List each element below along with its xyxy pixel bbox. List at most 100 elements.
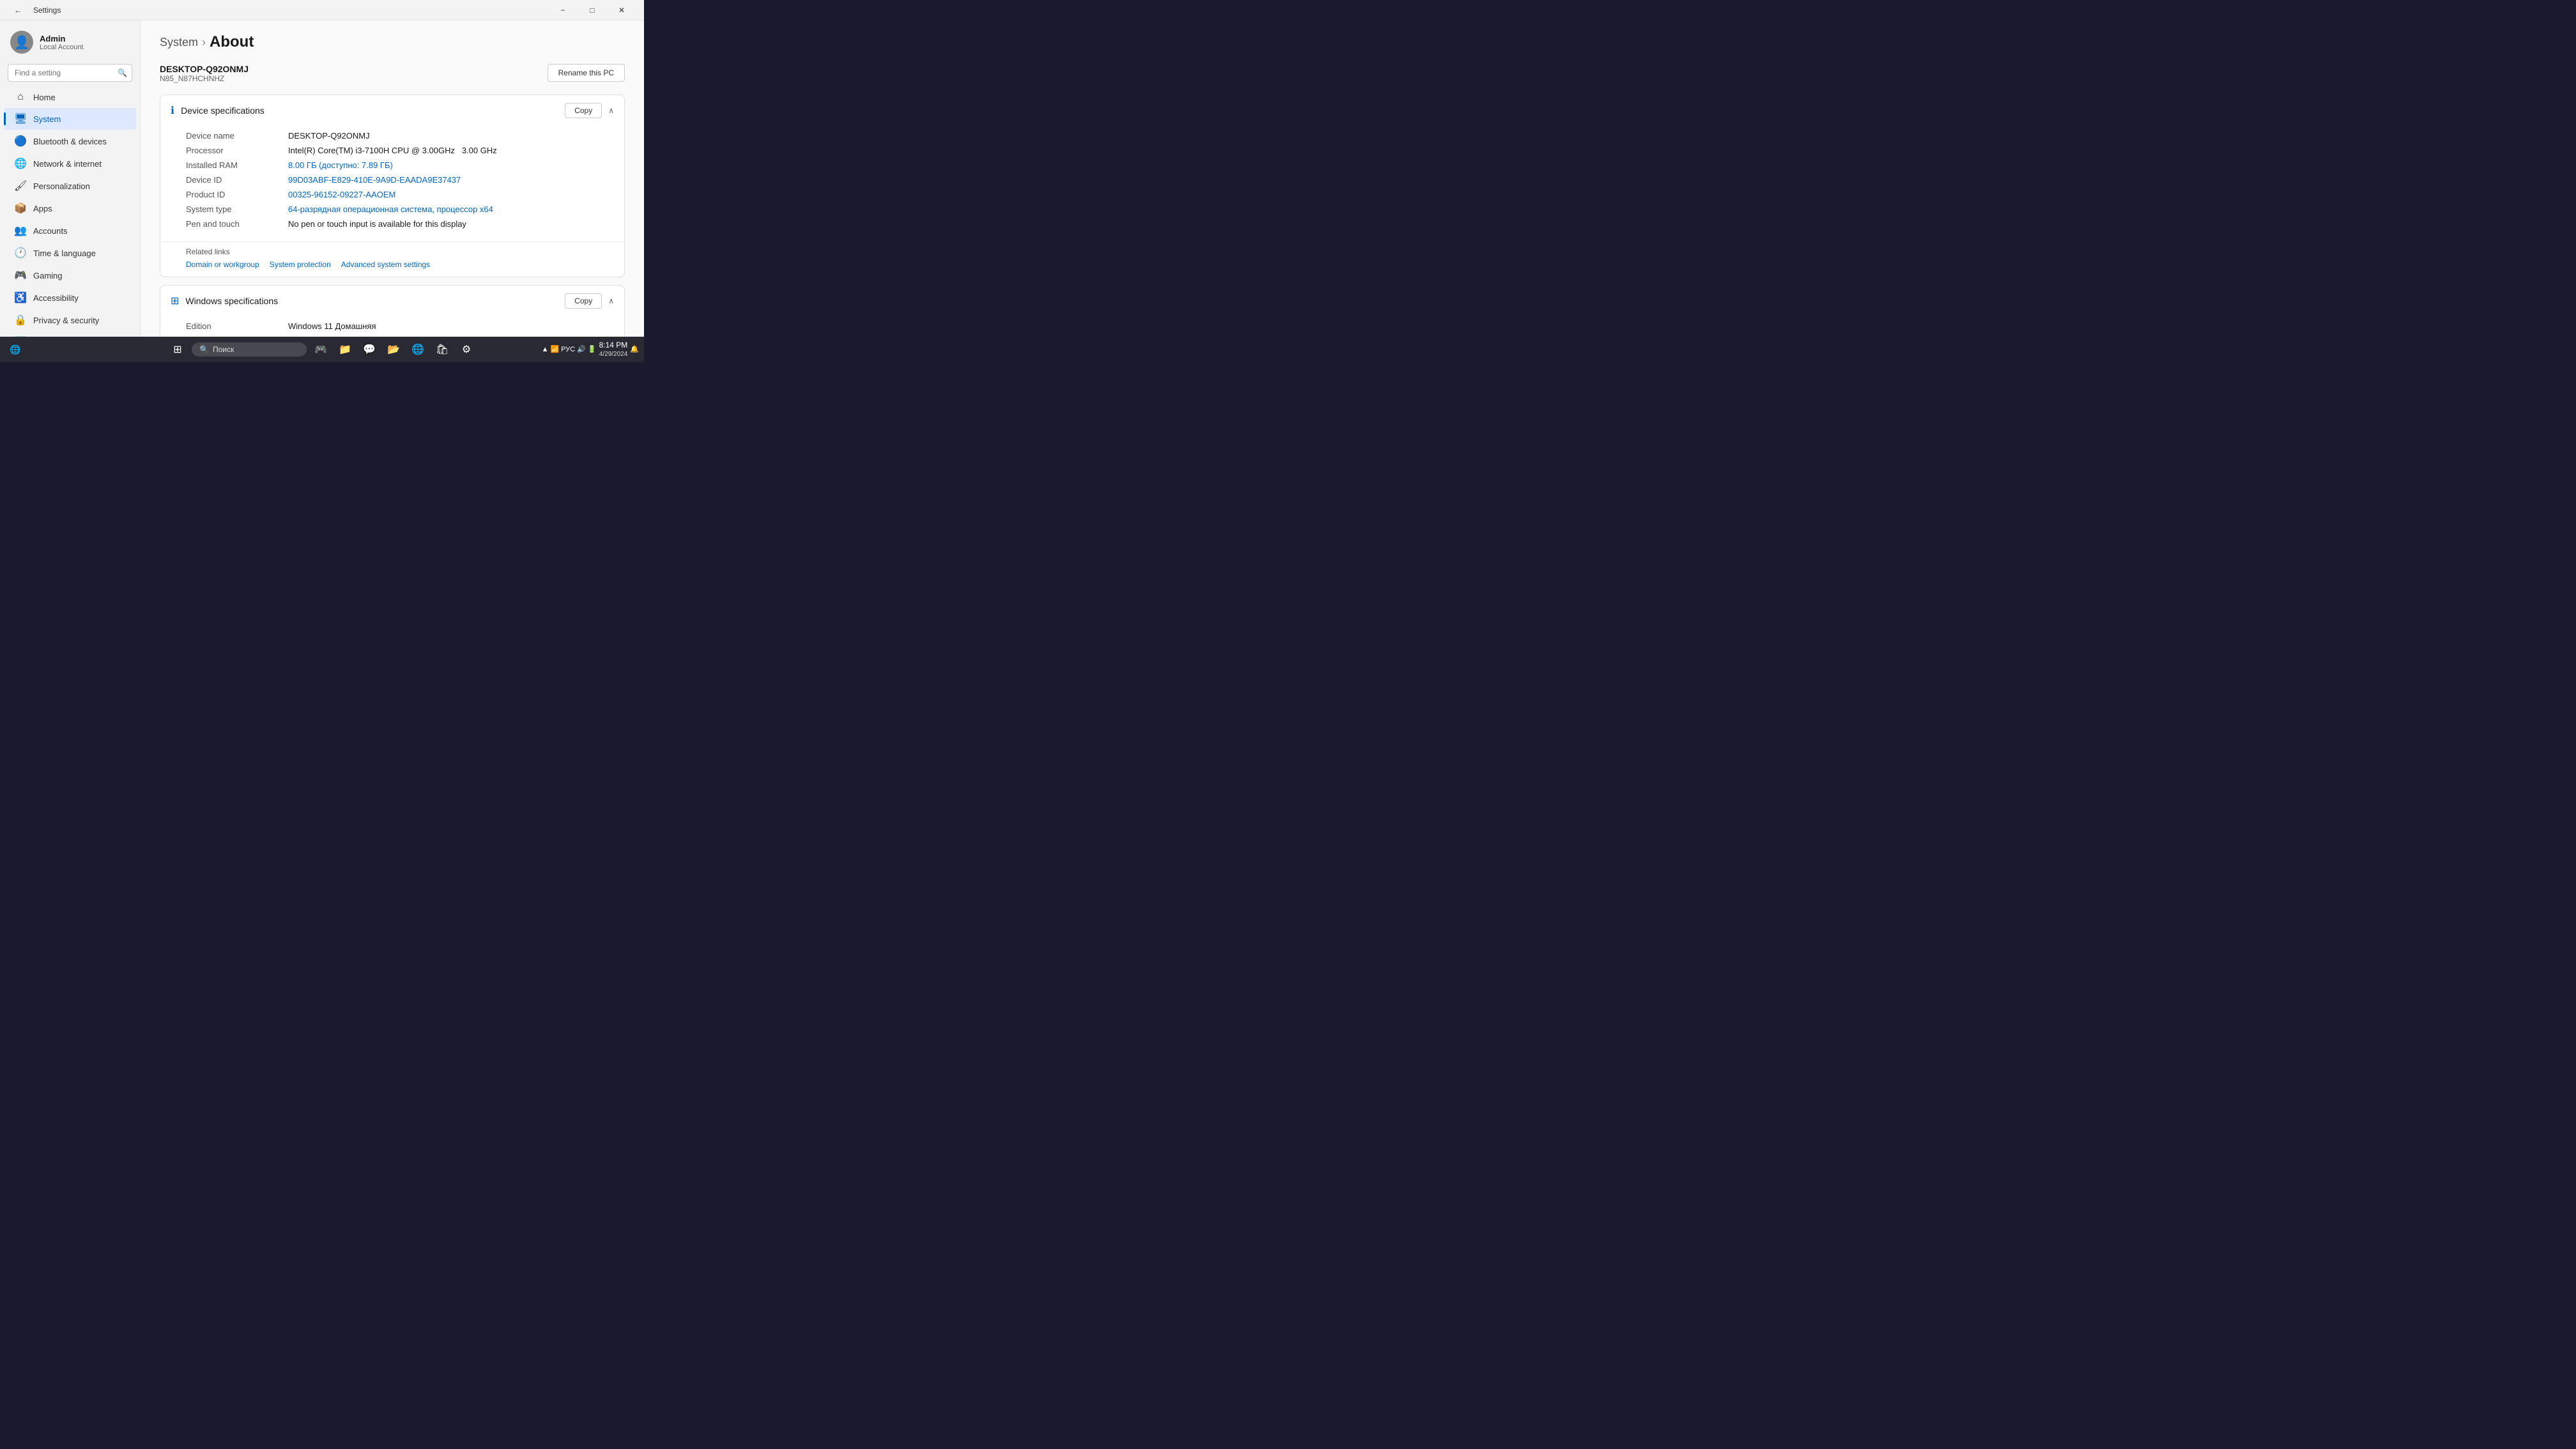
breadcrumb-current: About — [210, 33, 254, 51]
sidebar-item-bluetooth[interactable]: 🔵 Bluetooth & devices — [4, 130, 136, 152]
tray-arrow-icon[interactable]: ▲ — [542, 346, 549, 353]
privacy-icon: 🔒 — [14, 314, 27, 326]
network-icon: 🌐 — [14, 157, 27, 170]
lang-indicator: РУС — [561, 346, 575, 353]
spec-value: Intel(R) Core(TM) i3-7100H CPU @ 3.00GHz… — [288, 146, 614, 155]
titlebar: ← Settings − □ ✕ — [0, 0, 644, 20]
apps-icon: 📦 — [14, 202, 27, 215]
taskbar-settings-icon[interactable]: ⚙ — [456, 339, 477, 360]
user-role: Local Account — [40, 43, 84, 51]
sidebar-item-label: Accessibility — [33, 293, 79, 303]
notification-icon[interactable]: 🔔 — [630, 345, 639, 353]
breadcrumb-separator: › — [202, 36, 206, 49]
user-name: Admin — [40, 34, 84, 43]
breadcrumb-parent: System — [160, 36, 198, 49]
accounts-icon: 👥 — [14, 224, 27, 237]
taskbar-files-icon[interactable]: 📁 — [335, 339, 355, 360]
spec-value: No pen or touch input is available for t… — [288, 219, 614, 229]
windows-specs-section: ⊞ Windows specifications Copy ∧ Edition … — [160, 285, 625, 337]
minimize-button[interactable]: − — [548, 0, 578, 20]
sidebar-item-system[interactable]: 🖥 System — [4, 108, 136, 130]
back-button[interactable]: ← — [8, 0, 28, 20]
breadcrumb: System › About — [160, 33, 625, 51]
sidebar-item-network[interactable]: 🌐 Network & internet — [4, 153, 136, 174]
sidebar-item-privacy[interactable]: 🔒 Privacy & security — [4, 309, 136, 331]
taskbar-left: 🌐 — [5, 339, 26, 360]
sidebar-item-label: System — [33, 114, 61, 124]
sidebar-item-label: Accounts — [33, 226, 67, 236]
spec-label: System type — [186, 204, 288, 214]
spec-value: 00325-96152-09227-AAOEM — [288, 190, 614, 199]
sidebar: 👤 Admin Local Account 🔍 ⌂ Home 🖥 System — [0, 20, 141, 337]
sidebar-item-accessibility[interactable]: ♿ Accessibility — [4, 287, 136, 309]
taskbar-chat-icon[interactable]: 💬 — [359, 339, 379, 360]
related-links-title: Related links — [186, 247, 614, 256]
taskbar-store-icon[interactable]: 🛍 — [432, 339, 452, 360]
sidebar-item-accounts[interactable]: 👥 Accounts — [4, 220, 136, 241]
spec-value: 99D03ABF-E829-410E-9A9D-EAADA9E37437 — [288, 175, 614, 185]
content-area: System › About Rename this PC DESKTOP-Q9… — [141, 20, 644, 337]
spec-label: Processor — [186, 146, 288, 155]
sound-icon: 🔊 — [577, 345, 586, 353]
sidebar-item-gaming[interactable]: 🎮 Gaming — [4, 264, 136, 286]
sidebar-item-label: Gaming — [33, 271, 63, 280]
home-icon: ⌂ — [14, 91, 27, 103]
search-icon: 🔍 — [118, 68, 127, 77]
battery-icon: 🔋 — [588, 345, 597, 353]
spec-value: DESKTOP-Q92ONMJ — [288, 131, 614, 141]
sidebar-item-home[interactable]: ⌂ Home — [4, 87, 136, 107]
system-icon: 🖥 — [14, 112, 27, 125]
spec-label: Device name — [186, 131, 288, 141]
spec-value: 64-разрядная операционная система, проце… — [288, 204, 614, 214]
taskbar-edge-icon[interactable]: 🌐 — [408, 339, 428, 360]
device-specs-title: Device specifications — [181, 105, 264, 116]
sidebar-item-personalization[interactable]: 🖌 Personalization — [4, 175, 136, 197]
spec-row-ram: Installed RAM 8.00 ГБ (доступно: 7.89 ГБ… — [186, 158, 614, 172]
spec-row-edition: Edition Windows 11 Домашняя — [186, 319, 614, 334]
sidebar-item-apps[interactable]: 📦 Apps — [4, 197, 136, 219]
sidebar-item-label: Home — [33, 93, 56, 102]
copy-device-specs-button[interactable]: Copy — [565, 103, 602, 118]
rename-pc-button[interactable]: Rename this PC — [548, 64, 625, 82]
avatar: 👤 — [10, 31, 33, 54]
section-header-left: ⊞ Windows specifications — [171, 295, 278, 307]
spec-row-device-id: Device ID 99D03ABF-E829-410E-9A9D-EAADA9… — [186, 172, 614, 187]
system-tray: ▲ 📶 РУС 🔊 🔋 — [542, 345, 597, 353]
windows-icon: ⊞ — [171, 295, 179, 307]
spec-row-product-id: Product ID 00325-96152-09227-AAOEM — [186, 187, 614, 202]
spec-label: Edition — [186, 321, 288, 331]
related-links: Related links Domain or workgroup System… — [160, 241, 624, 277]
info-icon: ℹ — [171, 104, 174, 117]
main-content: 👤 Admin Local Account 🔍 ⌂ Home 🖥 System — [0, 20, 644, 337]
device-specs-body: Device name DESKTOP-Q92ONMJ Processor In… — [160, 126, 624, 241]
personalization-icon: 🖌 — [14, 180, 27, 192]
device-specs-header[interactable]: ℹ Device specifications Copy ∧ — [160, 95, 624, 126]
windows-specs-header[interactable]: ⊞ Windows specifications Copy ∧ — [160, 286, 624, 316]
taskbar-explorer-icon[interactable]: 📂 — [383, 339, 404, 360]
sidebar-item-time[interactable]: 🕐 Time & language — [4, 242, 136, 264]
taskbar-search[interactable]: 🔍 Поиск — [192, 342, 307, 356]
close-button[interactable]: ✕ — [607, 0, 636, 20]
taskbar-browser-icon[interactable]: 🌐 — [5, 339, 26, 360]
system-protection-link[interactable]: System protection — [270, 260, 331, 269]
copy-windows-specs-button[interactable]: Copy — [565, 293, 602, 309]
spec-label: Pen and touch — [186, 219, 288, 229]
taskbar: 🌐 ⊞ 🔍 Поиск 🎮 📁 💬 📂 🌐 🛍 ⚙ ▲ 📶 РУС 🔊 — [0, 337, 644, 362]
sidebar-item-update[interactable]: 🔄 Windows Update — [4, 332, 136, 337]
section-header-left: ℹ Device specifications — [171, 104, 264, 117]
taskbar-search-label: Поиск — [213, 345, 234, 354]
advanced-system-settings-link[interactable]: Advanced system settings — [341, 260, 430, 269]
search-input[interactable] — [8, 64, 132, 82]
bluetooth-icon: 🔵 — [14, 135, 27, 148]
window-controls: − □ ✕ — [548, 0, 636, 20]
sidebar-item-label: Privacy & security — [33, 316, 99, 325]
taskbar-game-icon[interactable]: 🎮 — [310, 339, 331, 360]
spec-row-system-type: System type 64-разрядная операционная си… — [186, 202, 614, 217]
sidebar-item-label: Time & language — [33, 249, 96, 258]
spec-value: Windows 11 Домашняя — [288, 321, 614, 331]
domain-workgroup-link[interactable]: Domain or workgroup — [186, 260, 259, 269]
chevron-up-icon: ∧ — [608, 296, 614, 305]
start-button[interactable]: ⊞ — [167, 339, 188, 360]
maximize-button[interactable]: □ — [578, 0, 607, 20]
taskbar-right: ▲ 📶 РУС 🔊 🔋 8:14 PM 4/29/2024 🔔 — [542, 340, 639, 360]
